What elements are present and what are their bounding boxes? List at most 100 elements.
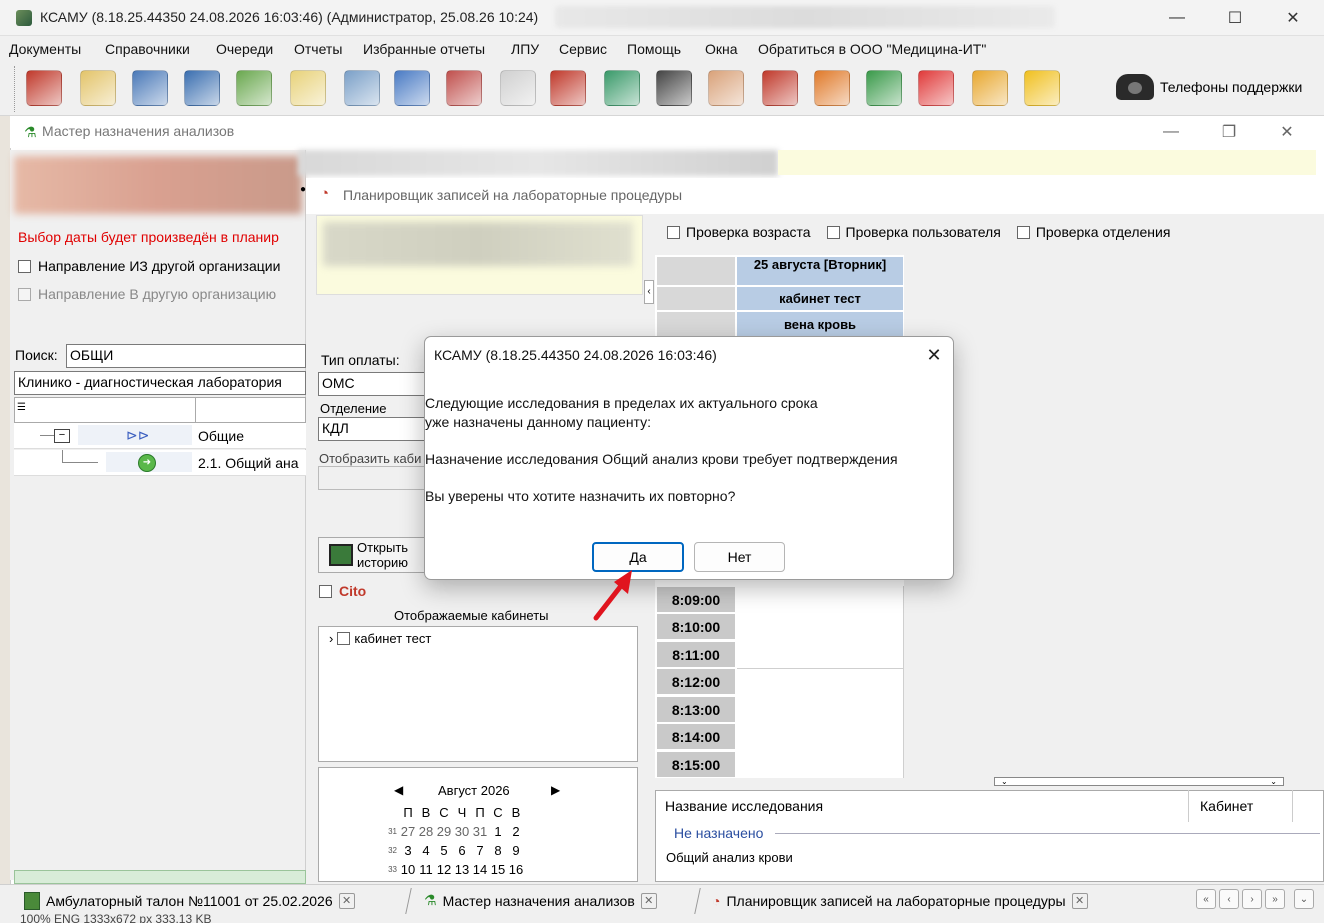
tree-row-test[interactable]: ➜ 2.1. Общий ана <box>14 450 306 476</box>
menu-help[interactable]: Помощь <box>627 41 681 57</box>
open-history-button[interactable]: Открыть историю <box>318 537 426 573</box>
card-icon[interactable] <box>132 70 168 106</box>
lock-icon[interactable] <box>972 70 1008 106</box>
calendar-day[interactable]: 8 <box>489 841 507 860</box>
close-button[interactable]: ✕ <box>1270 0 1316 36</box>
calendar-day[interactable]: 14 <box>471 860 489 879</box>
menu-directories[interactable]: Справочники <box>105 41 190 57</box>
calendar-day[interactable]: 9 <box>507 841 525 860</box>
cabinet-item[interactable]: › кабинет тест <box>329 631 431 646</box>
horizontal-splitter[interactable]: ⌄ ⌄ <box>994 777 1284 786</box>
calendar-day[interactable]: 15 <box>489 860 507 879</box>
tab-list-icon[interactable]: ⌄ <box>1294 889 1314 909</box>
lab-tubes-icon[interactable] <box>236 70 272 106</box>
checkbox-box[interactable] <box>18 287 31 301</box>
calendar-day[interactable]: 7 <box>471 841 489 860</box>
calendar-prev-icon[interactable]: ◀ <box>394 783 403 797</box>
tree-row-group[interactable]: − ⊳⊳ Общие <box>14 423 306 449</box>
menu-windows[interactable]: Окна <box>705 41 738 57</box>
referral-to-checkbox[interactable]: Направление В другую организацию <box>18 286 276 302</box>
menu-lpu[interactable]: ЛПУ <box>511 41 539 57</box>
chat-icon[interactable] <box>1024 70 1060 106</box>
calendar-day[interactable]: 10 <box>399 860 417 879</box>
menu-contact[interactable]: Обратиться в ООО "Медицина-ИТ" <box>758 41 986 57</box>
journal-icon[interactable] <box>80 70 116 106</box>
time-slot[interactable]: 8:14:00 <box>656 723 736 750</box>
time-slot[interactable]: 8:10:00 <box>656 613 736 640</box>
tab-lab-planner[interactable]: ◔ Планировщик записей на лабораторные пр… <box>706 887 1094 914</box>
access-card-icon[interactable] <box>866 70 902 106</box>
wizard-close-button[interactable]: ✕ <box>1264 116 1310 148</box>
menu-favorite-reports[interactable]: Избранные отчеты <box>363 41 485 57</box>
payment-type-select[interactable]: ОМС <box>318 372 426 396</box>
collapse-panel-button[interactable]: ‹ <box>644 280 654 304</box>
test-row-name[interactable]: Общий анализ крови <box>666 850 793 865</box>
doctor-icon[interactable] <box>26 70 62 106</box>
calendar-clock-icon[interactable] <box>394 70 430 106</box>
tab-close-icon[interactable]: ✕ <box>1071 892 1088 909</box>
calendar-next-icon[interactable]: ▶ <box>551 783 560 797</box>
menu-reports[interactable]: Отчеты <box>294 41 342 57</box>
tablet-icon[interactable] <box>604 70 640 106</box>
calendar-day[interactable]: 16 <box>507 860 525 879</box>
checkbox-box[interactable] <box>319 584 332 598</box>
next-tab-icon[interactable]: › <box>1242 889 1262 909</box>
wizard-minimize-button[interactable]: — <box>1148 116 1194 148</box>
tab-outpatient-ticket[interactable]: Амбулаторный талон №11001 от 25.02.2026 … <box>18 887 361 914</box>
referral-from-checkbox[interactable]: Направление ИЗ другой организации <box>18 258 280 274</box>
wizard-restore-button[interactable]: ❐ <box>1206 116 1252 148</box>
apps-icon[interactable] <box>918 70 954 106</box>
checkbox-box[interactable] <box>826 225 840 239</box>
dialog-close-button[interactable]: ✕ <box>920 339 948 371</box>
tab-analysis-wizard[interactable]: ⚗ Мастер назначения анализов ✕ <box>418 887 663 914</box>
checkbox-box[interactable] <box>1016 225 1030 239</box>
calendar-day[interactable]: 29 <box>435 822 453 841</box>
schedule-icon[interactable] <box>814 70 850 106</box>
checkbox-box[interactable] <box>337 632 351 645</box>
calendar-day[interactable]: 2 <box>507 822 525 841</box>
barcode-scanner-icon[interactable] <box>656 70 692 106</box>
calendar-day[interactable]: 6 <box>453 841 471 860</box>
time-slot[interactable]: 8:09:00 <box>656 586 736 613</box>
nurse-icon[interactable] <box>708 70 744 106</box>
calendar-day[interactable]: 13 <box>453 860 471 879</box>
menu-queues[interactable]: Очереди <box>216 41 273 57</box>
checkbox-box[interactable] <box>18 259 31 273</box>
pills-icon[interactable] <box>446 70 482 106</box>
department-check[interactable]: Проверка отделения <box>1016 224 1170 240</box>
calendar-day[interactable]: 12 <box>435 860 453 879</box>
time-slot[interactable]: 8:15:00 <box>656 751 736 778</box>
tab-close-icon[interactable]: ✕ <box>640 892 657 909</box>
checkbox-box[interactable] <box>667 225 680 239</box>
no-button[interactable]: Нет <box>694 542 785 572</box>
capsules-icon[interactable] <box>550 70 586 106</box>
search-input[interactable]: ОБЩИ <box>66 344 306 368</box>
id-card-icon[interactable] <box>184 70 220 106</box>
calendar-day[interactable]: 3 <box>399 841 417 860</box>
first-tab-icon[interactable]: « <box>1196 889 1216 909</box>
calendar-day[interactable]: 27 <box>399 822 417 841</box>
notepad-icon[interactable] <box>290 70 326 106</box>
menu-documents[interactable]: Документы <box>9 41 81 57</box>
calendar-day[interactable]: 28 <box>417 822 435 841</box>
time-slot[interactable]: 8:11:00 <box>656 641 736 668</box>
calendar-day[interactable]: 30 <box>453 822 471 841</box>
time-slot[interactable]: 8:13:00 <box>656 696 736 723</box>
menu-service[interactable]: Сервис <box>559 41 607 57</box>
time-slot[interactable]: 8:12:00 <box>656 668 736 695</box>
calendar-day[interactable]: 31 <box>471 822 489 841</box>
lab-combo[interactable]: Клинико - диагностическая лаборатория <box>14 371 306 395</box>
calendar-day[interactable]: 1 <box>489 822 507 841</box>
prev-tab-icon[interactable]: ‹ <box>1219 889 1239 909</box>
collapse-icon[interactable]: − <box>54 429 70 443</box>
user-check[interactable]: Проверка пользователя <box>826 224 1001 240</box>
support-phones-button[interactable]: Телефоны поддержки <box>1116 74 1302 100</box>
syringe-icon[interactable] <box>344 70 380 106</box>
medkit-icon[interactable] <box>500 70 536 106</box>
maximize-button[interactable]: ☐ <box>1212 0 1258 36</box>
calendar-day[interactable]: 11 <box>417 860 435 879</box>
tab-close-icon[interactable]: ✕ <box>338 892 355 909</box>
last-tab-icon[interactable]: » <box>1265 889 1285 909</box>
splitter-handle[interactable]: ● <box>300 184 306 195</box>
department-select[interactable]: КДЛ <box>318 417 426 441</box>
